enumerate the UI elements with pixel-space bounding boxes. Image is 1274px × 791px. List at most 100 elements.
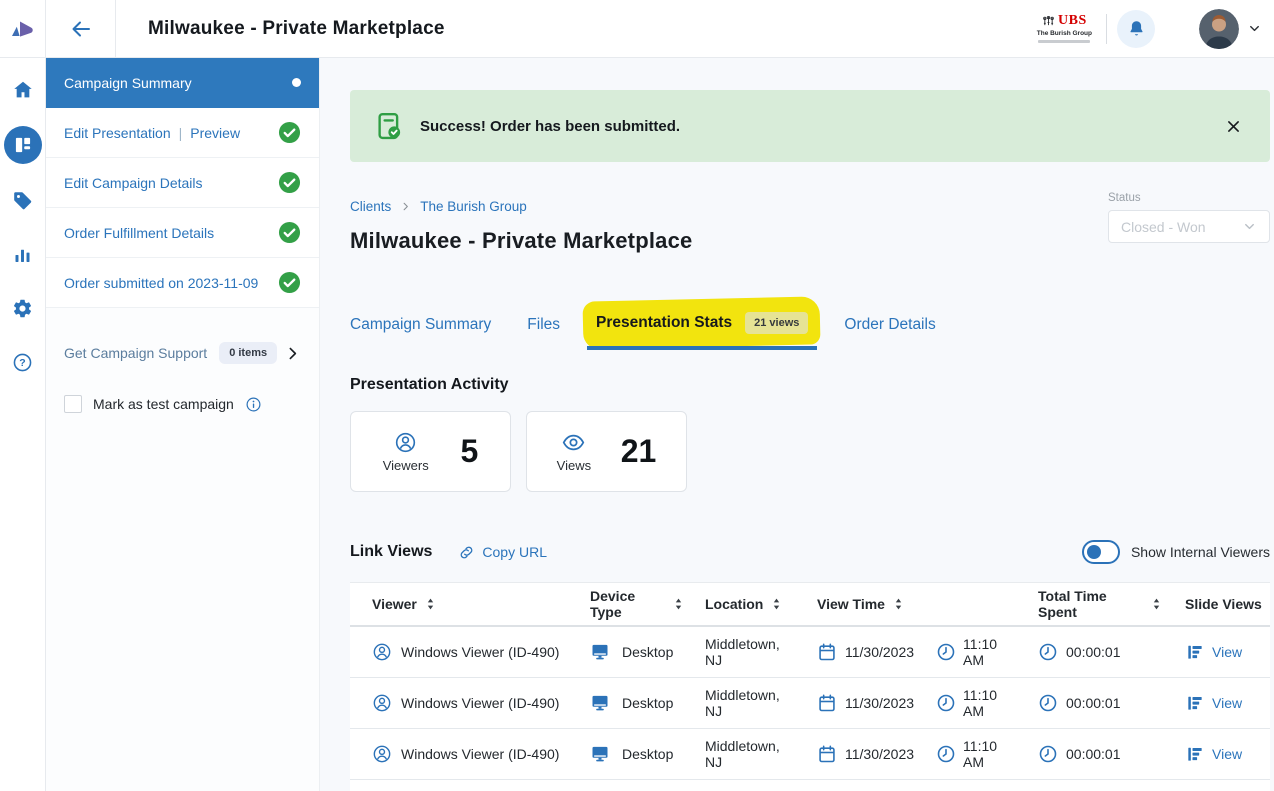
total-time: 00:00:01 xyxy=(1066,644,1121,660)
presentation-activity-heading: Presentation Activity xyxy=(350,376,1270,394)
check-circle-icon xyxy=(278,271,301,294)
location: Middletown, NJ xyxy=(705,738,795,770)
page-head: Clients The Burish Group Milwaukee - Pri… xyxy=(350,199,1270,254)
show-internal-viewers-toggle[interactable] xyxy=(1082,540,1120,564)
step-edit-presentation[interactable]: Edit Presentation | Preview xyxy=(46,108,319,158)
view-slides-link[interactable]: View xyxy=(1212,695,1242,711)
slide-views-icon xyxy=(1185,642,1205,662)
window-title: Milwaukee - Private Marketplace xyxy=(148,18,445,40)
location: Middletown, NJ xyxy=(705,687,795,719)
app-logo[interactable] xyxy=(0,0,46,57)
chevron-right-icon xyxy=(284,345,301,362)
support-label: Get Campaign Support xyxy=(64,345,207,361)
edit-presentation-link[interactable]: Edit Presentation xyxy=(64,125,171,141)
viewer-name: Windows Viewer (ID-490) xyxy=(401,695,559,711)
avatar-image xyxy=(1199,9,1239,49)
sort-icon xyxy=(894,597,903,611)
col-location[interactable]: Location xyxy=(683,596,795,612)
status-label: Status xyxy=(1108,192,1270,204)
notifications-button[interactable] xyxy=(1117,10,1155,48)
tab-presentation-stats[interactable]: Presentation Stats 21 views xyxy=(596,312,808,350)
document-check-icon xyxy=(374,111,404,141)
step-edit-campaign-details[interactable]: Edit Campaign Details xyxy=(46,158,319,208)
question-icon xyxy=(12,352,33,373)
clock-icon xyxy=(936,693,956,713)
partial-next-row xyxy=(350,780,1270,791)
slide-views-icon xyxy=(1185,693,1205,713)
toggle-knob xyxy=(1087,545,1101,559)
nav-rail xyxy=(0,58,46,791)
nav-help[interactable] xyxy=(5,344,41,380)
nav-tags[interactable] xyxy=(5,182,41,218)
app-logo-icon xyxy=(10,18,36,40)
eye-icon xyxy=(562,431,585,454)
bar-chart-icon xyxy=(12,244,33,265)
breadcrumb-clients[interactable]: Clients xyxy=(350,199,391,214)
monitor-icon xyxy=(590,642,610,662)
brand-name: UBS xyxy=(1058,14,1087,28)
header-actions: UBS The Burish Group xyxy=(1029,9,1274,49)
clock-icon xyxy=(1038,642,1058,662)
step-order-submitted[interactable]: Order submitted on 2023-11-09 xyxy=(46,258,319,308)
table-row: Windows Viewer (ID-490) Desktop Middleto… xyxy=(350,729,1270,780)
person-circle-icon xyxy=(372,744,392,764)
nav-settings[interactable] xyxy=(5,290,41,326)
detail-tabs: Campaign Summary Files Presentation Stat… xyxy=(350,300,1270,350)
step-label: Edit Campaign Details xyxy=(64,175,203,191)
header-divider xyxy=(1106,14,1107,44)
view-slides-link[interactable]: View xyxy=(1212,746,1242,762)
banner-message: Success! Order has been submitted. xyxy=(420,118,680,135)
banner-close-button[interactable] xyxy=(1221,114,1246,139)
link-views-heading: Link Views xyxy=(350,543,432,561)
activity-cards: Viewers 5 Views 21 xyxy=(350,411,1270,492)
test-campaign-row: Mark as test campaign xyxy=(46,395,319,413)
sort-icon xyxy=(674,597,683,611)
test-campaign-checkbox[interactable] xyxy=(64,395,82,413)
table-row: Windows Viewer (ID-490) Desktop Middleto… xyxy=(350,678,1270,729)
check-circle-icon xyxy=(278,171,301,194)
col-total-time-spent[interactable]: Total Time Spent xyxy=(1014,588,1161,620)
brand-logo: UBS The Burish Group xyxy=(1029,10,1100,47)
person-circle-icon xyxy=(372,642,392,662)
view-slides-link[interactable]: View xyxy=(1212,644,1242,660)
viewers-label: Viewers xyxy=(383,458,429,473)
person-circle-icon xyxy=(394,431,417,454)
profile-menu-button[interactable] xyxy=(1247,21,1262,36)
nav-reports[interactable] xyxy=(5,236,41,272)
tab-campaign-summary[interactable]: Campaign Summary xyxy=(350,316,491,350)
toggle-label: Show Internal Viewers xyxy=(1131,544,1270,560)
nav-home[interactable] xyxy=(5,72,41,108)
check-circle-icon xyxy=(278,121,301,144)
col-view-time[interactable]: View Time xyxy=(795,596,1014,612)
calendar-icon xyxy=(817,693,837,713)
preview-link[interactable]: Preview xyxy=(190,125,240,141)
col-viewer[interactable]: Viewer xyxy=(350,596,568,612)
status-value: Closed - Won xyxy=(1121,219,1206,235)
view-time: 11:10 AM xyxy=(963,687,1014,719)
check-circle-icon xyxy=(278,221,301,244)
get-campaign-support[interactable]: Get Campaign Support 0 items xyxy=(46,331,319,375)
step-campaign-summary[interactable]: Campaign Summary xyxy=(46,58,319,108)
info-icon[interactable] xyxy=(245,396,262,413)
status-select[interactable]: Closed - Won xyxy=(1108,210,1270,243)
brand-fineprint xyxy=(1038,40,1090,43)
sort-icon xyxy=(426,597,435,611)
step-order-fulfillment[interactable]: Order Fulfillment Details xyxy=(46,208,319,258)
nav-campaigns[interactable] xyxy=(4,126,42,164)
back-button[interactable] xyxy=(46,0,116,57)
breadcrumb-group[interactable]: The Burish Group xyxy=(420,199,527,214)
tab-order-details[interactable]: Order Details xyxy=(844,316,935,350)
copy-url-label: Copy URL xyxy=(482,544,547,560)
copy-url-button[interactable]: Copy URL xyxy=(458,544,547,561)
col-device-type[interactable]: Device Type xyxy=(568,588,683,620)
link-views-header: Link Views Copy URL Show Internal Viewer… xyxy=(350,540,1270,564)
tab-files[interactable]: Files xyxy=(527,316,560,350)
layout-icon xyxy=(13,135,33,155)
home-icon xyxy=(12,79,34,101)
view-date: 11/30/2023 xyxy=(845,644,914,660)
monitor-icon xyxy=(590,744,610,764)
views-label: Views xyxy=(557,458,591,473)
device-type: Desktop xyxy=(622,695,673,711)
views-value: 21 xyxy=(621,433,657,470)
user-avatar[interactable] xyxy=(1199,9,1239,49)
